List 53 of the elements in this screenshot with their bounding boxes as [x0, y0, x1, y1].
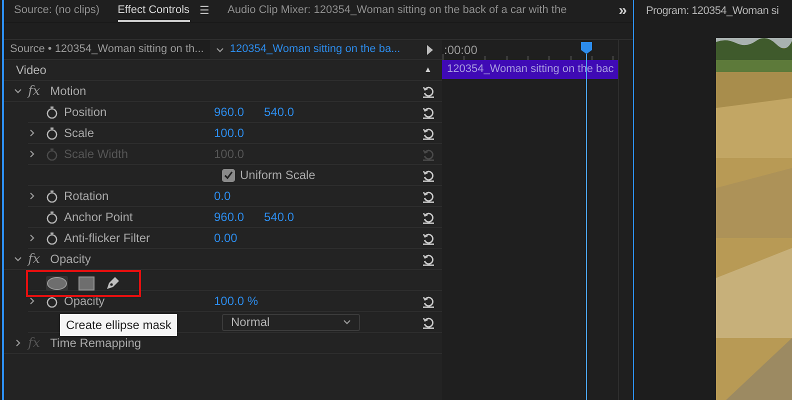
playhead-icon[interactable] [581, 42, 592, 54]
property-value[interactable]: 540.0 [264, 208, 314, 226]
chevron-down-icon[interactable] [343, 318, 351, 326]
panel-tab[interactable]: Effect Controls [118, 0, 190, 22]
chevron-right-icon[interactable] [28, 234, 36, 242]
effect-name[interactable]: Motion [50, 82, 86, 100]
property-label: Anti-flicker Filter [64, 230, 152, 247]
checkbox[interactable] [222, 168, 235, 182]
blend-mode-dropdown[interactable]: Normal [222, 314, 360, 330]
overflow-icon[interactable]: » [618, 0, 627, 22]
chevron-right-icon[interactable] [28, 129, 36, 137]
panel-tab[interactable]: Audio Clip Mixer: 120354_Woman sitting on the back of a car with the [228, 0, 567, 22]
tooltip: Create ellipse mask [60, 314, 178, 336]
stopwatch-icon[interactable] [46, 294, 58, 308]
pen-icon[interactable] [105, 275, 121, 291]
timecode: :00:00 [444, 42, 478, 59]
stopwatch-icon[interactable] [46, 232, 58, 244]
property-label: Anchor Point [64, 209, 134, 226]
stopwatch-icon[interactable] [46, 210, 58, 224]
property-value[interactable]: 0.0 [214, 187, 264, 205]
property-value[interactable]: 100.0 [214, 124, 264, 142]
stopwatch-icon[interactable] [46, 190, 58, 202]
chevron-down-icon[interactable] [14, 255, 22, 263]
stopwatch-icon[interactable] [46, 106, 58, 118]
stopwatch-icon[interactable] [46, 126, 58, 140]
clip-selector[interactable]: 120354_Woman sitting on the ba... [230, 41, 400, 58]
checkbox-label: Uniform Scale [240, 167, 316, 184]
section-label: Video [16, 62, 46, 79]
scrollbar[interactable] [618, 39, 633, 400]
property-label: Rotation [64, 188, 110, 205]
chevron-down-icon[interactable] [216, 46, 224, 54]
fx-icon[interactable]: fx [28, 252, 40, 267]
chevron-right-icon[interactable] [28, 297, 36, 305]
collapse-icon[interactable]: ▲ [424, 64, 432, 76]
property-value[interactable]: 100.0 % [214, 292, 264, 310]
effect-name[interactable]: Opacity [50, 250, 91, 268]
property-value[interactable]: 960.0 [214, 208, 264, 226]
property-label: Opacity [64, 293, 106, 310]
ellipse-mask-icon[interactable] [46, 276, 68, 290]
property-label: Position [64, 104, 108, 121]
chevron-right-icon[interactable] [28, 192, 36, 200]
chevron-down-icon[interactable] [14, 87, 22, 95]
panel-tab[interactable]: Source: (no clips) [14, 0, 100, 22]
property-value[interactable]: 960.0 [214, 103, 264, 121]
property-value[interactable]: 540.0 [264, 103, 314, 121]
source-label: Source • 120354_Woman sitting on th... [4, 40, 210, 59]
program-tab[interactable]: Program: 120354_Woman si [646, 3, 779, 20]
play-icon[interactable] [426, 44, 434, 54]
property-label: Scale [64, 125, 96, 142]
menu-icon[interactable]: ☰ [200, 2, 210, 20]
rectangle-mask-icon[interactable] [78, 276, 95, 290]
fx-icon[interactable]: fx [28, 84, 40, 99]
property-value[interactable]: 0.00 [214, 229, 264, 247]
